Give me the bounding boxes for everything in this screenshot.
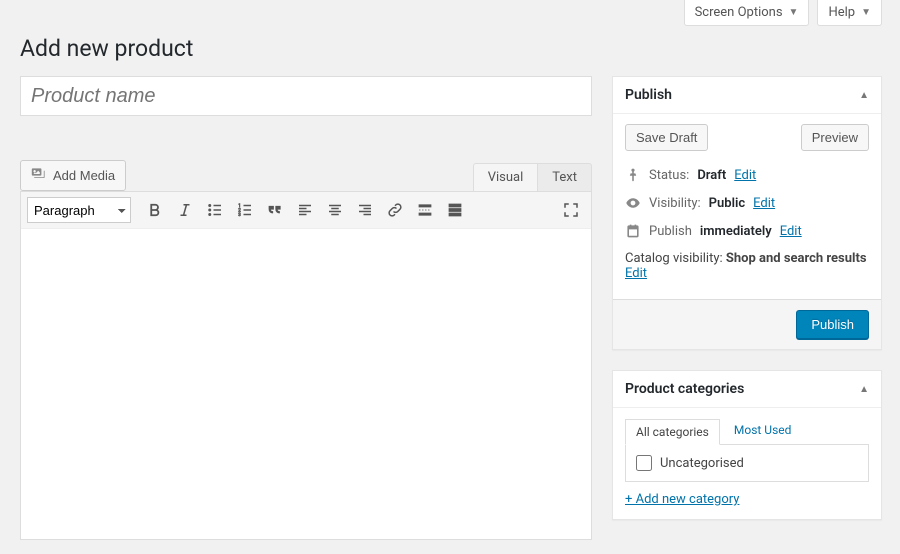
- status-edit-link[interactable]: Edit: [734, 168, 756, 183]
- eye-icon: [625, 195, 641, 211]
- media-icon: [31, 166, 47, 185]
- categories-box-title: Product categories: [625, 381, 744, 397]
- numbered-list-button[interactable]: 123: [231, 196, 259, 224]
- save-draft-button[interactable]: Save Draft: [625, 124, 708, 151]
- link-button[interactable]: [381, 196, 409, 224]
- preview-button[interactable]: Preview: [801, 124, 869, 151]
- categories-tab-most-used[interactable]: Most Used: [724, 418, 802, 444]
- fullscreen-button[interactable]: [557, 196, 585, 224]
- italic-button[interactable]: [171, 196, 199, 224]
- product-categories-box: Product categories ▲ All categories Most…: [612, 370, 882, 520]
- help-tab[interactable]: Help ▼: [817, 0, 882, 26]
- publish-date-label: Publish: [649, 224, 692, 239]
- catalog-visibility-label: Catalog visibility:: [625, 251, 723, 266]
- add-media-button[interactable]: Add Media: [20, 160, 126, 191]
- align-right-button[interactable]: [351, 196, 379, 224]
- bullet-list-button[interactable]: [201, 196, 229, 224]
- category-checkbox[interactable]: [636, 455, 652, 471]
- publish-date-edit-link[interactable]: Edit: [780, 224, 802, 239]
- editor-tab-visual[interactable]: Visual: [473, 163, 539, 191]
- read-more-button[interactable]: [411, 196, 439, 224]
- collapse-toggle-icon[interactable]: ▲: [859, 384, 869, 395]
- calendar-icon: [625, 223, 641, 239]
- page-title: Add new product: [0, 26, 900, 66]
- category-item[interactable]: Uncategorised: [636, 455, 858, 471]
- align-left-button[interactable]: [291, 196, 319, 224]
- publish-box: Publish ▲ Save Draft Preview Status: Dra…: [612, 76, 882, 350]
- pin-icon: [625, 167, 641, 183]
- publish-box-title: Publish: [625, 87, 672, 103]
- caret-down-icon: ▼: [789, 7, 799, 18]
- status-label: Status:: [649, 168, 689, 183]
- editor-tab-text[interactable]: Text: [537, 163, 592, 191]
- visibility-label: Visibility:: [649, 196, 701, 211]
- visibility-edit-link[interactable]: Edit: [753, 196, 775, 211]
- categories-tab-all[interactable]: All categories: [625, 419, 720, 445]
- bold-button[interactable]: [141, 196, 169, 224]
- catalog-visibility-edit-link[interactable]: Edit: [625, 266, 647, 281]
- collapse-toggle-icon[interactable]: ▲: [859, 90, 869, 101]
- screen-options-label: Screen Options: [695, 5, 783, 20]
- add-new-category-link[interactable]: + Add new category: [625, 492, 739, 507]
- status-value: Draft: [697, 168, 726, 183]
- format-select[interactable]: Paragraph: [27, 197, 131, 223]
- product-name-input[interactable]: [20, 76, 592, 116]
- toolbar-toggle-button[interactable]: [441, 196, 469, 224]
- visibility-value: Public: [709, 196, 745, 211]
- add-media-label: Add Media: [53, 168, 115, 183]
- editor-content-area[interactable]: [21, 229, 591, 539]
- publish-button[interactable]: Publish: [796, 310, 869, 339]
- help-label: Help: [828, 5, 855, 20]
- svg-text:3: 3: [238, 212, 241, 218]
- catalog-visibility-value: Shop and search results: [726, 251, 867, 266]
- blockquote-button[interactable]: [261, 196, 289, 224]
- publish-date-value: immediately: [700, 224, 772, 239]
- align-center-button[interactable]: [321, 196, 349, 224]
- category-label: Uncategorised: [660, 456, 744, 471]
- caret-down-icon: ▼: [861, 7, 871, 18]
- screen-options-tab[interactable]: Screen Options ▼: [684, 0, 810, 26]
